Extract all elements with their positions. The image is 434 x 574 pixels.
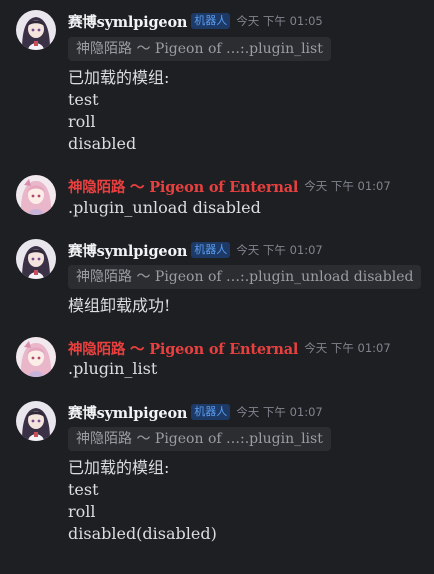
message-line: test — [68, 90, 99, 109]
author-name[interactable]: 赛博symlpigeon — [68, 402, 187, 423]
chat-message-list: 赛博symlpigeon 机器人 今天 下午 01:05 神隐陌路 ～ Pige… — [0, 0, 434, 574]
message-line: disabled — [68, 134, 137, 153]
message-header: 赛博symlpigeon 机器人 今天 下午 01:07 — [68, 401, 323, 423]
avatar-user[interactable] — [16, 175, 56, 215]
author-name[interactable]: 赛博symlpigeon — [68, 240, 187, 261]
message-line: 已加载的模组: — [68, 458, 170, 477]
author-name[interactable]: 神隐陌路 ～ Pigeon of Enternal — [68, 338, 298, 359]
message-line: test — [68, 480, 99, 499]
reply-preview[interactable]: 神隐陌路 ～ Pigeon of …:.plugin_list — [68, 427, 331, 451]
author-name[interactable]: 赛博symlpigeon — [68, 11, 187, 32]
message-line: disabled(disabled) — [68, 524, 217, 543]
message-content: .plugin_list — [68, 358, 157, 380]
bot-badge: 机器人 — [191, 404, 231, 420]
avatar-user[interactable] — [16, 337, 56, 377]
reply-preview[interactable]: 神隐陌路 ～ Pigeon of …:.plugin_list — [68, 37, 331, 61]
message-line: roll — [68, 112, 96, 131]
message-line: 已加载的模组: — [68, 68, 170, 87]
timestamp: 今天 下午 01:05 — [236, 14, 323, 28]
timestamp: 今天 下午 01:07 — [304, 341, 391, 355]
message-line: .plugin_unload disabled — [68, 198, 261, 217]
message-header: 赛博symlpigeon 机器人 今天 下午 01:07 — [68, 239, 323, 261]
message-header: 神隐陌路 ～ Pigeon of Enternal 今天 下午 01:07 — [68, 337, 391, 359]
bot-badge: 机器人 — [191, 13, 231, 29]
anime-avatar-dark-icon — [16, 10, 56, 50]
anime-avatar-dark-icon — [16, 239, 56, 279]
timestamp: 今天 下午 01:07 — [304, 179, 391, 193]
bot-badge: 机器人 — [191, 242, 231, 258]
reply-preview[interactable]: 神隐陌路 ～ Pigeon of …:.plugin_unload disabl… — [68, 265, 422, 289]
message-content: 模组卸载成功! — [68, 295, 170, 317]
anime-avatar-pink-icon — [16, 337, 56, 377]
anime-avatar-pink-icon — [16, 175, 56, 215]
message-line: .plugin_list — [68, 359, 158, 378]
anime-avatar-dark-icon — [16, 401, 56, 441]
message-header: 赛博symlpigeon 机器人 今天 下午 01:05 — [68, 10, 323, 32]
timestamp: 今天 下午 01:07 — [236, 243, 323, 257]
message-content: 已加载的模组: test roll disabled(disabled) — [68, 457, 217, 545]
message-content: .plugin_unload disabled — [68, 197, 261, 219]
author-name[interactable]: 神隐陌路 ～ Pigeon of Enternal — [68, 176, 298, 197]
avatar-bot[interactable] — [16, 239, 56, 279]
timestamp: 今天 下午 01:07 — [236, 405, 323, 419]
message-header: 神隐陌路 ～ Pigeon of Enternal 今天 下午 01:07 — [68, 175, 391, 197]
avatar-bot[interactable] — [16, 401, 56, 441]
avatar-bot[interactable] — [16, 10, 56, 50]
message-line: roll — [68, 502, 96, 521]
message-line: 模组卸载成功! — [68, 296, 171, 315]
message-content: 已加载的模组: test roll disabled — [68, 67, 169, 155]
